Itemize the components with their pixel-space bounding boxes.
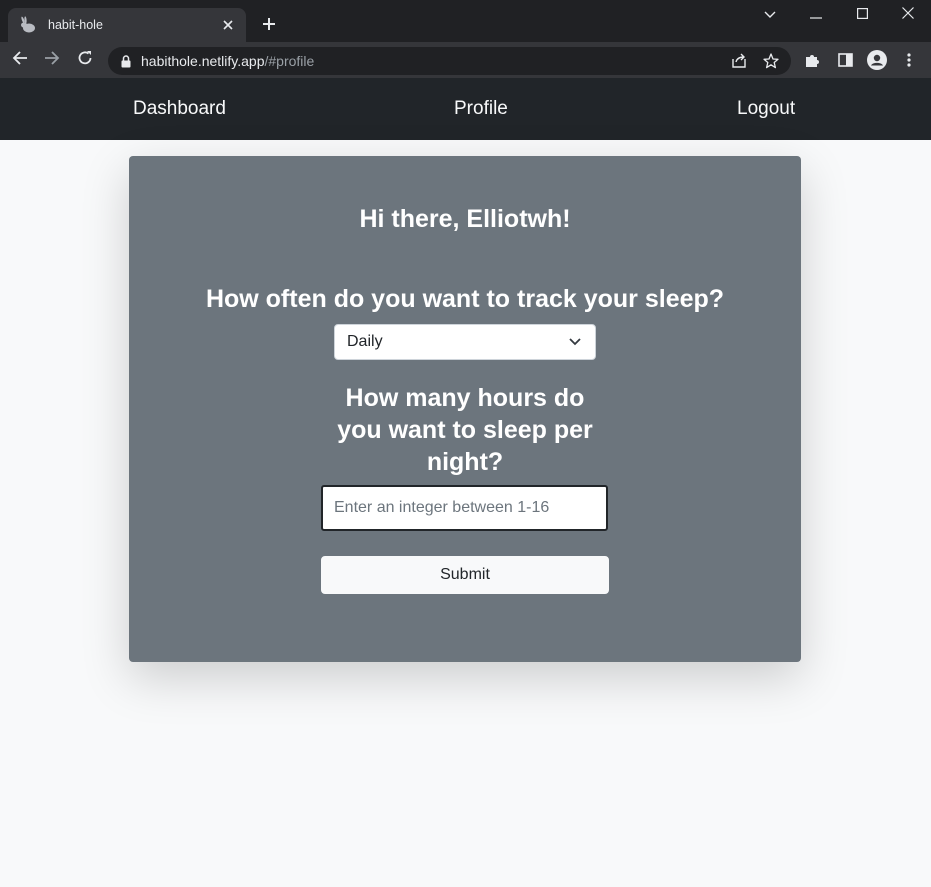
minimize-button[interactable] (793, 0, 839, 30)
submit-button[interactable]: Submit (321, 556, 609, 594)
profile-card: Hi there, Elliotwh! How often do you wan… (129, 156, 801, 662)
hours-question: How many hours do you want to sleep per … (337, 384, 593, 476)
share-icon[interactable] (727, 49, 751, 73)
url-text: habithole.netlify.app/#profile (141, 53, 727, 69)
chevron-down-icon (764, 6, 776, 24)
browser-tab-strip: habit-hole (0, 0, 931, 42)
side-panel-icon[interactable] (833, 48, 857, 72)
tab-search-button[interactable] (747, 0, 793, 30)
browser-toolbar: habithole.netlify.app/#profile (0, 42, 931, 78)
forward-button[interactable] (38, 46, 66, 74)
maximize-button[interactable] (839, 0, 885, 30)
url-path: /#profile (264, 53, 315, 69)
reload-button[interactable] (71, 46, 99, 74)
frequency-question: How often do you want to track your slee… (205, 285, 725, 313)
back-button[interactable] (6, 46, 34, 74)
close-window-button[interactable] (885, 0, 931, 30)
minimize-icon (810, 6, 822, 24)
tab-title: habit-hole (48, 18, 103, 32)
star-icon[interactable] (759, 49, 783, 73)
forward-arrow-icon (44, 50, 60, 71)
url-host: habithole.netlify.app (141, 53, 265, 69)
frequency-select[interactable]: Daily (334, 324, 596, 360)
nav-link-logout[interactable]: Logout (737, 98, 795, 120)
maximize-icon (856, 6, 868, 24)
avatar-icon[interactable] (865, 48, 889, 72)
chevron-down-icon (567, 334, 583, 350)
plus-icon (262, 17, 276, 36)
frequency-select-value: Daily (347, 333, 383, 350)
rabbit-icon (18, 15, 38, 35)
close-window-icon (902, 6, 914, 24)
browser-tab[interactable]: habit-hole (8, 8, 246, 42)
back-arrow-icon (12, 50, 28, 71)
nav-link-dashboard[interactable]: Dashboard (133, 98, 226, 120)
greeting-heading: Hi there, Elliotwh! (359, 205, 571, 233)
reload-icon (77, 50, 93, 71)
hours-input[interactable] (321, 485, 608, 531)
new-tab-button[interactable] (256, 13, 282, 39)
puzzle-icon[interactable] (800, 48, 824, 72)
nav-link-profile[interactable]: Profile (454, 98, 508, 120)
kebab-menu-icon[interactable] (897, 48, 921, 72)
close-icon[interactable] (218, 15, 238, 35)
address-bar[interactable]: habithole.netlify.app/#profile (108, 47, 791, 75)
app-navbar: Dashboard Profile Logout (0, 78, 931, 140)
lock-icon (118, 53, 134, 69)
